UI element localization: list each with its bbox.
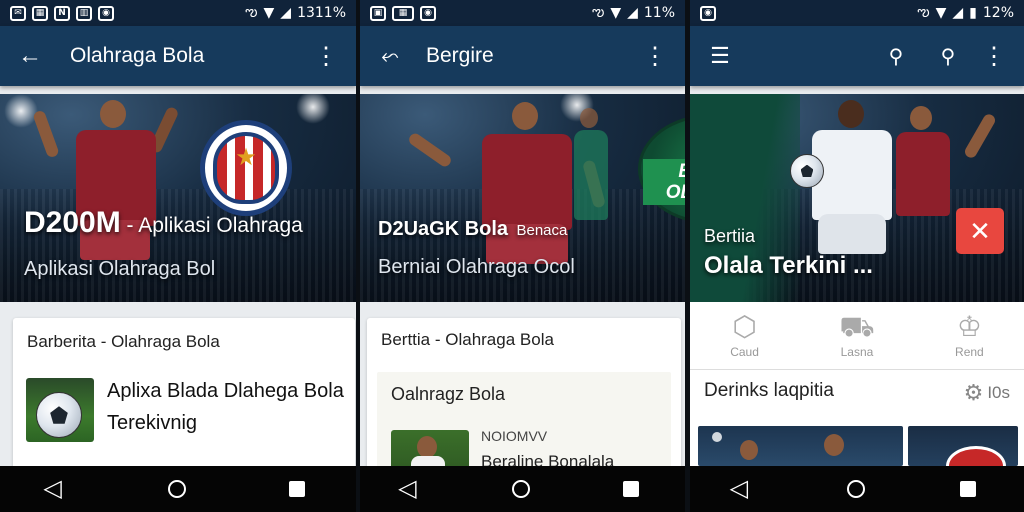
nav-recents-icon[interactable] [288, 481, 305, 497]
status-time: 12% [982, 5, 1014, 21]
back-arrow-icon[interactable]: ← [14, 40, 46, 72]
vibrate-icon: ఌ [917, 3, 930, 20]
hero-banner[interactable]: ★ D200M - Aplikasi Olahraga Aplikasi Ola… [0, 94, 356, 302]
category-item[interactable]: ♔ Rend [955, 310, 984, 359]
hero-banner[interactable]: BIVRM OLAHIHA D2UaGK Bola Benaca Berniai… [360, 94, 685, 302]
section-count[interactable]: ⚙ I0s [964, 380, 1010, 406]
hero-kicker: Bertiia [704, 226, 756, 246]
system-nav-bar [360, 466, 685, 512]
nav-home-icon[interactable] [167, 480, 186, 498]
app-bar: ⬿ Bergire ⋮ [360, 26, 685, 86]
nav-recents-icon[interactable] [622, 481, 639, 497]
thumbnail-card[interactable] [908, 426, 1018, 466]
photo-notification-icon: ▣ [370, 5, 386, 21]
status-bar: ▣ ▦ ◉ ఌ ▼ ◢ 11% [360, 0, 685, 26]
status-time: 1311% [297, 5, 346, 21]
vibrate-icon: ఌ [245, 3, 258, 20]
category-item[interactable]: ⬡ Caud [730, 310, 759, 359]
hero-banner[interactable]: Bertiia Olala Terkini ... ✕ [690, 94, 1024, 302]
nav-back-icon[interactable] [398, 474, 420, 503]
page-title: Bergire [426, 44, 494, 67]
thumbnail-card[interactable] [698, 426, 903, 466]
app-bar: ☰ ⚲ ⚲ ⋮ [690, 26, 1024, 86]
category-item[interactable]: ⛟ Lasna [839, 310, 875, 359]
signal-icon: ◢ [280, 5, 292, 21]
more-vert-icon[interactable]: ⋮ [639, 40, 671, 72]
bag-notification-icon: ▦ [392, 5, 414, 21]
page-title: Olahraga Bola [70, 44, 205, 67]
hero-title: D2UaGK Bola Benaca [378, 218, 568, 240]
back-arrow-icon[interactable]: ⬿ [374, 40, 406, 72]
gear-icon: ⚙ [963, 380, 984, 405]
stadium-light [4, 94, 38, 128]
hero-title: Olala Terkini ... [704, 252, 873, 279]
chat-notification-icon: ◉ [700, 5, 716, 21]
battery-icon: ▮ [969, 5, 977, 21]
search-icon[interactable]: ⚲ [880, 40, 912, 72]
background-player [568, 108, 618, 248]
status-bar: ✉ ▦ N ▥ ◉ ఌ ▼ ◢ 1311% [0, 0, 356, 26]
menu-icon[interactable]: ☰ [704, 40, 736, 72]
news-thumbnail [26, 378, 94, 442]
wifi-icon: ▼ [263, 5, 275, 21]
more-vert-icon[interactable]: ⋮ [978, 40, 1010, 72]
category-label: Rend [955, 344, 984, 359]
hero-subtitle: Aplikasi Olahraga Bol [24, 258, 216, 280]
category-label: Caud [730, 344, 759, 359]
nav-home-icon[interactable] [846, 480, 865, 498]
screen-3: ◉ ఌ ▼ ◢ ▮ 12% ☰ ⚲ ⚲ ⋮ Bertiia Olala Terk… [690, 0, 1024, 512]
club-crest-logo: ★ [200, 120, 292, 216]
inner-item-caption: NOIOMVV [481, 428, 548, 444]
app-notification-icon: ✉ [10, 5, 26, 21]
n-notification-icon: N [54, 5, 70, 21]
wifi-icon: ▼ [935, 5, 947, 21]
news-card[interactable]: Barberita - Olahraga Bola Aplixa Blada D… [13, 318, 355, 488]
shield-icon: ⬡ [732, 310, 757, 342]
grid-notification-icon: ▥ [76, 5, 92, 21]
nav-back-icon[interactable] [43, 474, 65, 503]
vibrate-icon: ఌ [591, 3, 605, 20]
photo-notification-icon: ▦ [32, 5, 48, 21]
section-header: Derinks laqpitia ⚙ I0s [690, 370, 1024, 422]
card-header: Barberita - Olahraga Bola [27, 332, 220, 351]
search-icon-secondary[interactable]: ⚲ [932, 40, 964, 72]
section-thumbnails [690, 422, 1024, 466]
inner-title: Oalnragz Bola [391, 384, 506, 404]
hero-title: D200M - Aplikasi Olahraga [24, 206, 303, 239]
trophy-icon: ♔ [956, 310, 982, 342]
screen-2: ▣ ▦ ◉ ఌ ▼ ◢ 11% ⬿ Bergire ⋮ O D2UaGK Bol… [360, 0, 685, 512]
section-title: Derinks laqpitia [704, 380, 834, 401]
news-subtitle: Terekivnig [107, 412, 198, 434]
news-title[interactable]: Aplixa Blada Dlahega Bola [107, 380, 344, 403]
system-nav-bar [0, 466, 356, 512]
status-time: 11% [643, 5, 675, 21]
status-bar: ◉ ఌ ▼ ◢ ▮ 12% [690, 0, 1024, 26]
background-player [890, 106, 1000, 302]
nav-recents-icon[interactable] [960, 481, 977, 497]
news-card[interactable]: Berttia - Olahraga Bola Oalnragz Bola NO… [367, 318, 681, 488]
wifi-icon: ▼ [610, 5, 622, 21]
nav-back-icon[interactable] [730, 474, 752, 503]
category-row: ⬡ Caud ⛟ Lasna ♔ Rend [690, 302, 1024, 370]
nav-home-icon[interactable] [512, 480, 531, 498]
soccer-ball-icon [36, 392, 82, 438]
category-label: Lasna [840, 344, 874, 359]
screen-1: ✉ ▦ N ▥ ◉ ఌ ▼ ◢ 1311% ← Olahraga Bola ⋮ [0, 0, 356, 512]
hero-subtitle: Berniai Olahraga Ocol [378, 256, 575, 278]
system-nav-bar [690, 466, 1024, 512]
soccer-ball-icon [790, 154, 824, 188]
more-vert-icon[interactable]: ⋮ [310, 40, 342, 72]
cart-icon: ⛟ [839, 310, 875, 342]
chat-notification-icon: ◉ [420, 5, 436, 21]
signal-icon: ◢ [627, 5, 638, 21]
signal-icon: ◢ [952, 5, 964, 21]
close-icon[interactable]: ✕ [956, 208, 1004, 254]
app-bar: ← Olahraga Bola ⋮ [0, 26, 356, 86]
card-header: Berttia - Olahraga Bola [381, 330, 554, 349]
chat-notification-icon: ◉ [98, 5, 114, 21]
stadium-light [296, 94, 330, 124]
